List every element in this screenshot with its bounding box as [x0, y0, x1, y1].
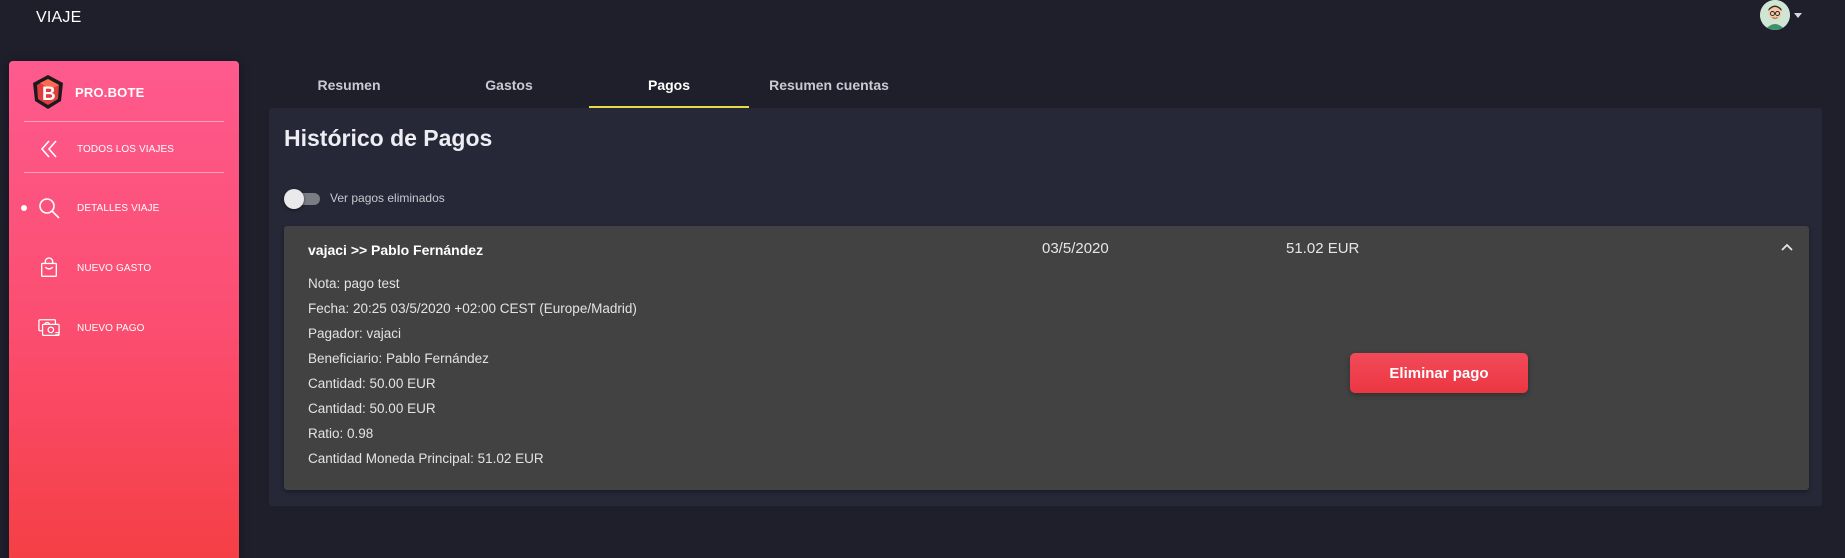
app-title: VIAJE: [36, 9, 82, 26]
tab-bar: Resumen Gastos Pagos Resumen cuentas: [269, 62, 909, 108]
sidebar-item-todos-los-viajes[interactable]: TODOS LOS VIAJES: [9, 126, 239, 172]
detail-cantidad: Cantidad: 50.00 EUR: [308, 401, 436, 416]
active-indicator: [21, 205, 27, 211]
sidebar-item-label: NUEVO PAGO: [77, 322, 145, 334]
sidebar-item-detalles-viaje[interactable]: DETALLES VIAJE: [9, 185, 239, 231]
user-menu[interactable]: [1760, 0, 1810, 30]
sidebar-item-label: DETALLES VIAJE: [77, 202, 160, 214]
payments-card: Histórico de Pagos Ver pagos eliminados …: [269, 108, 1822, 506]
search-icon: [36, 195, 62, 221]
tab-resumen[interactable]: Resumen: [269, 62, 429, 108]
detail-ratio: Ratio: 0.98: [308, 426, 374, 441]
logo-icon: B: [33, 75, 63, 109]
sidebar: B PRO.BOTE TODOS LOS VIAJES DETALLES VIA…: [9, 61, 239, 558]
user-avatar-icon[interactable]: [1760, 0, 1790, 30]
payment-panel-header[interactable]: vajaci >> Pablo Fernández 03/5/2020 51.0…: [284, 226, 1809, 272]
payment-title: vajaci >> Pablo Fernández: [308, 242, 484, 258]
detail-cantidad: Cantidad: 50.00 EUR: [308, 376, 436, 391]
svg-text:B: B: [42, 84, 56, 105]
toggle-label: Ver pagos eliminados: [330, 191, 445, 205]
payment-amount: 51.02 EUR: [1286, 240, 1360, 257]
sidebar-item-label: TODOS LOS VIAJES: [77, 143, 175, 155]
shopping-bag-icon: [36, 255, 62, 281]
top-bar: VIAJE: [0, 0, 1845, 40]
brand-name: PRO.BOTE: [75, 84, 145, 100]
detail-fecha: Fecha: 20:25 03/5/2020 +02:00 CEST (Euro…: [308, 301, 637, 316]
delete-payment-button[interactable]: Eliminar pago: [1350, 353, 1528, 393]
sidebar-item-nuevo-pago[interactable]: NUEVO PAGO: [9, 305, 239, 351]
payment-panel: vajaci >> Pablo Fernández 03/5/2020 51.0…: [284, 226, 1809, 490]
detail-nota: Nota: pago test: [308, 276, 400, 291]
tab-pagos[interactable]: Pagos: [589, 62, 749, 108]
sidebar-divider: [24, 121, 224, 122]
tab-gastos[interactable]: Gastos: [429, 62, 589, 108]
deleted-payments-toggle[interactable]: [284, 189, 320, 209]
money-icon: [36, 315, 62, 341]
sidebar-item-label: NUEVO GASTO: [77, 262, 152, 274]
sidebar-divider: [24, 172, 224, 173]
deleted-payments-toggle-row: Ver pagos eliminados: [284, 188, 445, 209]
toggle-knob: [284, 189, 304, 209]
tab-resumen-cuentas[interactable]: Resumen cuentas: [749, 62, 909, 108]
brand[interactable]: B PRO.BOTE: [31, 72, 231, 112]
detail-pagador: Pagador: vajaci: [308, 326, 402, 341]
chevron-up-icon[interactable]: [1779, 240, 1795, 256]
payment-date: 03/5/2020: [1042, 240, 1109, 257]
chevrons-left-icon: [36, 136, 62, 162]
detail-beneficiario: Beneficiario: Pablo Fernández: [308, 351, 489, 366]
chevron-down-icon[interactable]: [1794, 12, 1802, 18]
sidebar-item-nuevo-gasto[interactable]: NUEVO GASTO: [9, 245, 239, 291]
payment-details: Nota: pago test Fecha: 20:25 03/5/2020 +…: [308, 274, 637, 474]
page-title: Histórico de Pagos: [284, 125, 493, 151]
detail-cantidad-moneda-principal: Cantidad Moneda Principal: 51.02 EUR: [308, 451, 544, 466]
